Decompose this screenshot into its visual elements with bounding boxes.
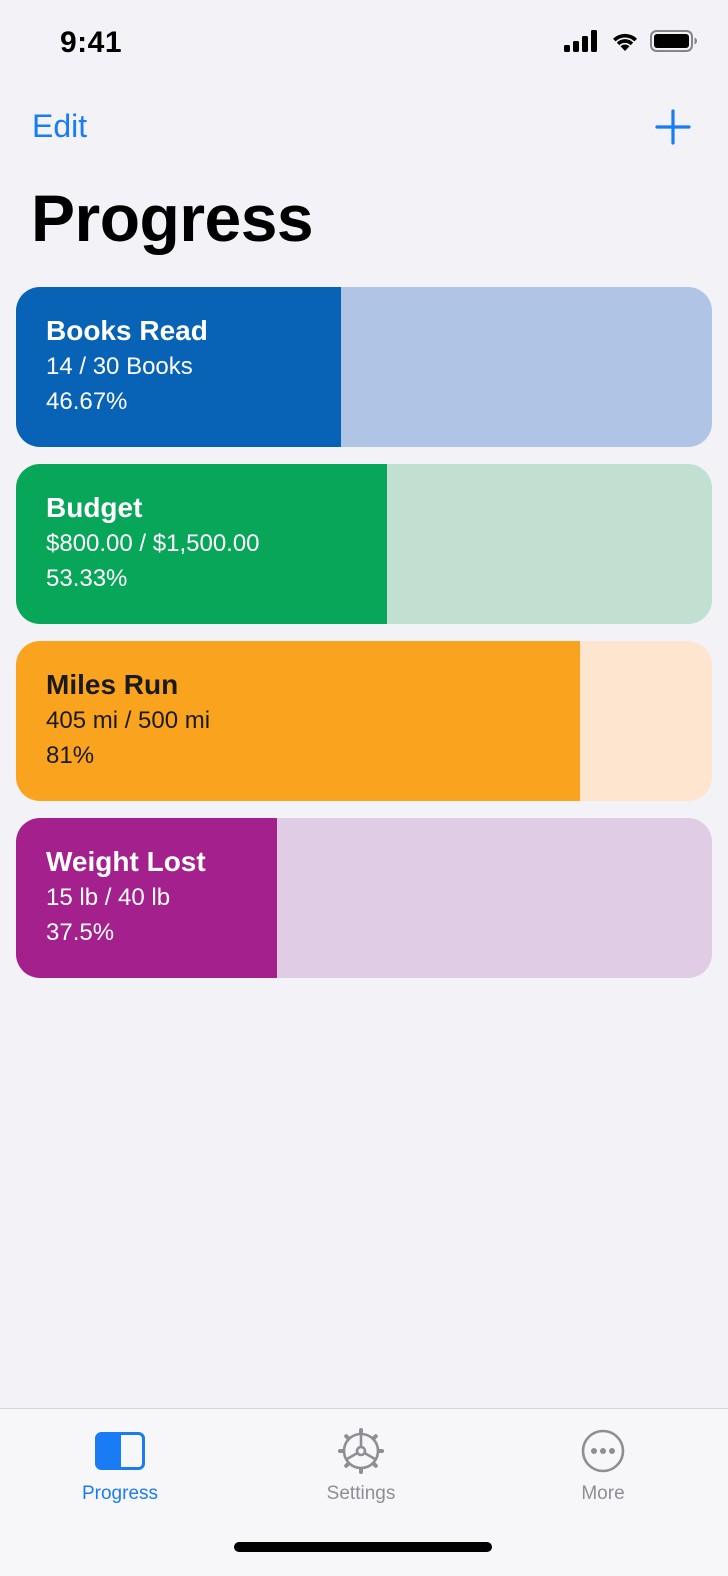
wifi-icon: [613, 33, 637, 51]
card-detail: $800.00 / $1,500.00: [46, 530, 260, 557]
card-text: Budget $800.00 / $1,500.00 53.33%: [46, 492, 260, 600]
home-indicator: [234, 1542, 492, 1552]
card-detail: 405 mi / 500 mi: [46, 707, 211, 734]
more-icon: [523, 1425, 683, 1477]
card-detail: 14 / 30 Books: [46, 353, 193, 380]
card-title: Budget: [46, 492, 143, 523]
progress-card-weight-lost[interactable]: Weight Lost 15 lb / 40 lb 37.5%: [16, 818, 712, 978]
cellular-signal-icon: [564, 30, 597, 52]
card-title: Miles Run: [46, 669, 179, 700]
card-text: Miles Run 405 mi / 500 mi 81%: [46, 669, 210, 777]
card-detail: 15 lb / 40 lb: [46, 884, 171, 911]
tab-more[interactable]: More: [523, 1425, 683, 1505]
card-percent: 37.5%: [46, 919, 115, 946]
plus-icon: [655, 109, 691, 145]
status-time: 9:41: [60, 26, 123, 59]
progress-icon: [40, 1425, 200, 1477]
card-title: Books Read: [46, 315, 208, 346]
page-title: Progress: [31, 181, 314, 255]
progress-card-books-read[interactable]: Books Read 14 / 30 Books 46.67%: [16, 287, 712, 447]
tab-label: Progress: [81, 1483, 159, 1504]
tab-progress[interactable]: Progress: [40, 1425, 200, 1505]
tab-label: Settings: [326, 1483, 396, 1504]
gear-icon: [281, 1425, 441, 1477]
tab-label: More: [581, 1483, 625, 1504]
progress-card-budget[interactable]: Budget $800.00 / $1,500.00 53.33%: [16, 464, 712, 624]
card-percent: 81%: [46, 742, 95, 769]
card-percent: 46.67%: [46, 388, 128, 415]
card-text: Weight Lost 15 lb / 40 lb 37.5%: [46, 846, 206, 954]
card-text: Books Read 14 / 30 Books 46.67%: [46, 315, 208, 423]
card-percent: 53.33%: [46, 565, 128, 592]
edit-button[interactable]: Edit: [32, 108, 87, 145]
battery-icon: [650, 30, 697, 52]
status-bar: 9:41: [0, 0, 728, 90]
progress-card-miles-run[interactable]: Miles Run 405 mi / 500 mi 81%: [16, 641, 712, 801]
card-title: Weight Lost: [46, 846, 206, 877]
progress-list: Books Read 14 / 30 Books 46.67% Budget $…: [16, 287, 712, 995]
status-icons: [564, 30, 698, 52]
add-button[interactable]: [654, 108, 692, 146]
tab-settings[interactable]: Settings: [281, 1425, 441, 1505]
